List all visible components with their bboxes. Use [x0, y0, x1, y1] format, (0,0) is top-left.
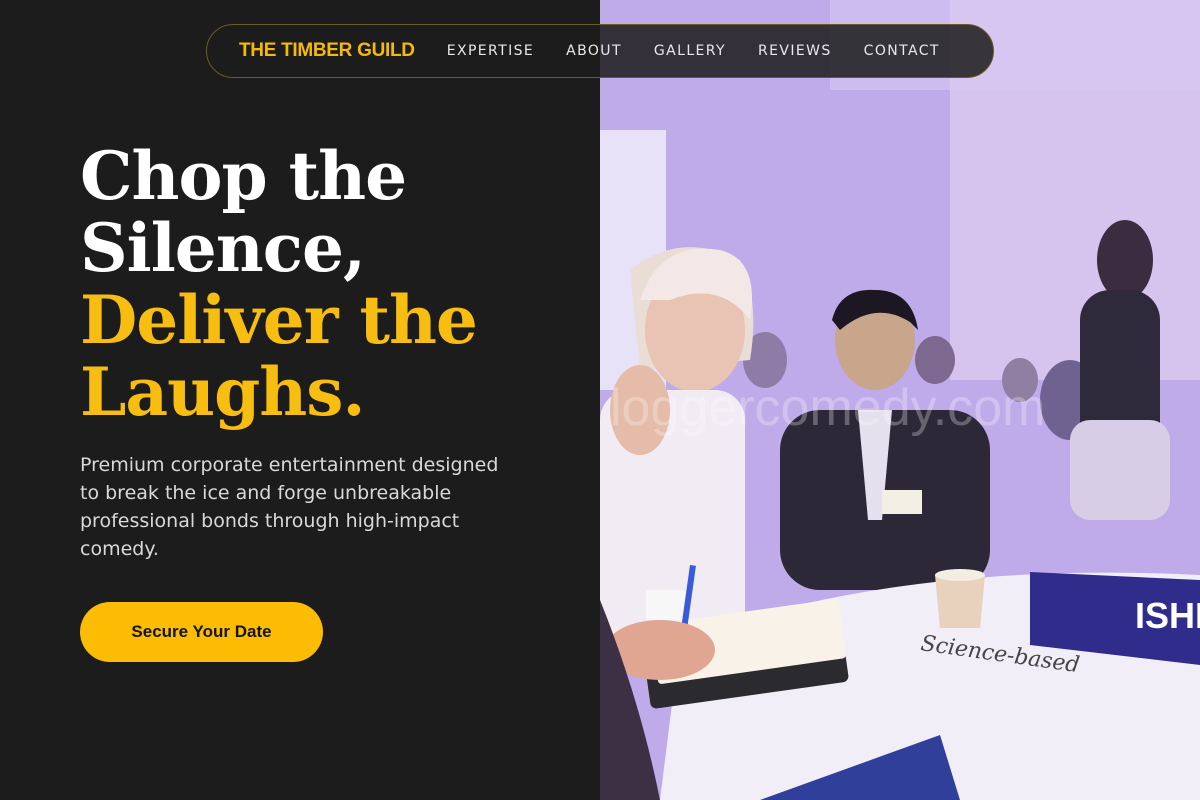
watermark-text: loggercomedy.com: [610, 379, 1045, 437]
nav-link-contact[interactable]: CONTACT: [864, 43, 940, 59]
nav-link-expertise[interactable]: EXPERTISE: [447, 43, 534, 59]
hero-photo: ISHI Science-based loggercomedy.com: [600, 0, 1200, 800]
headline-line-3: Deliver the: [80, 281, 478, 359]
hero-headline: Chop the Silence, Deliver the Laughs.: [80, 140, 580, 428]
nav-link-reviews[interactable]: REVIEWS: [758, 43, 832, 59]
headline-line-2: Silence,: [80, 209, 366, 287]
name-card-text: ISHI: [1135, 595, 1200, 636]
main-navigation: THE TIMBER GUILD EXPERTISE ABOUT GALLERY…: [206, 24, 994, 78]
secure-date-button[interactable]: Secure Your Date: [80, 602, 323, 662]
headline-line-1: Chop the: [80, 137, 407, 215]
brand-logo[interactable]: THE TIMBER GUILD: [239, 40, 415, 62]
nav-link-about[interactable]: ABOUT: [566, 43, 622, 59]
conference-scene-image: ISHI Science-based loggercomedy.com: [600, 0, 1200, 800]
hero-description: Premium corporate entertainment designed…: [80, 454, 499, 560]
headline-line-4: Laughs.: [80, 353, 365, 431]
nav-link-gallery[interactable]: GALLERY: [654, 43, 726, 59]
